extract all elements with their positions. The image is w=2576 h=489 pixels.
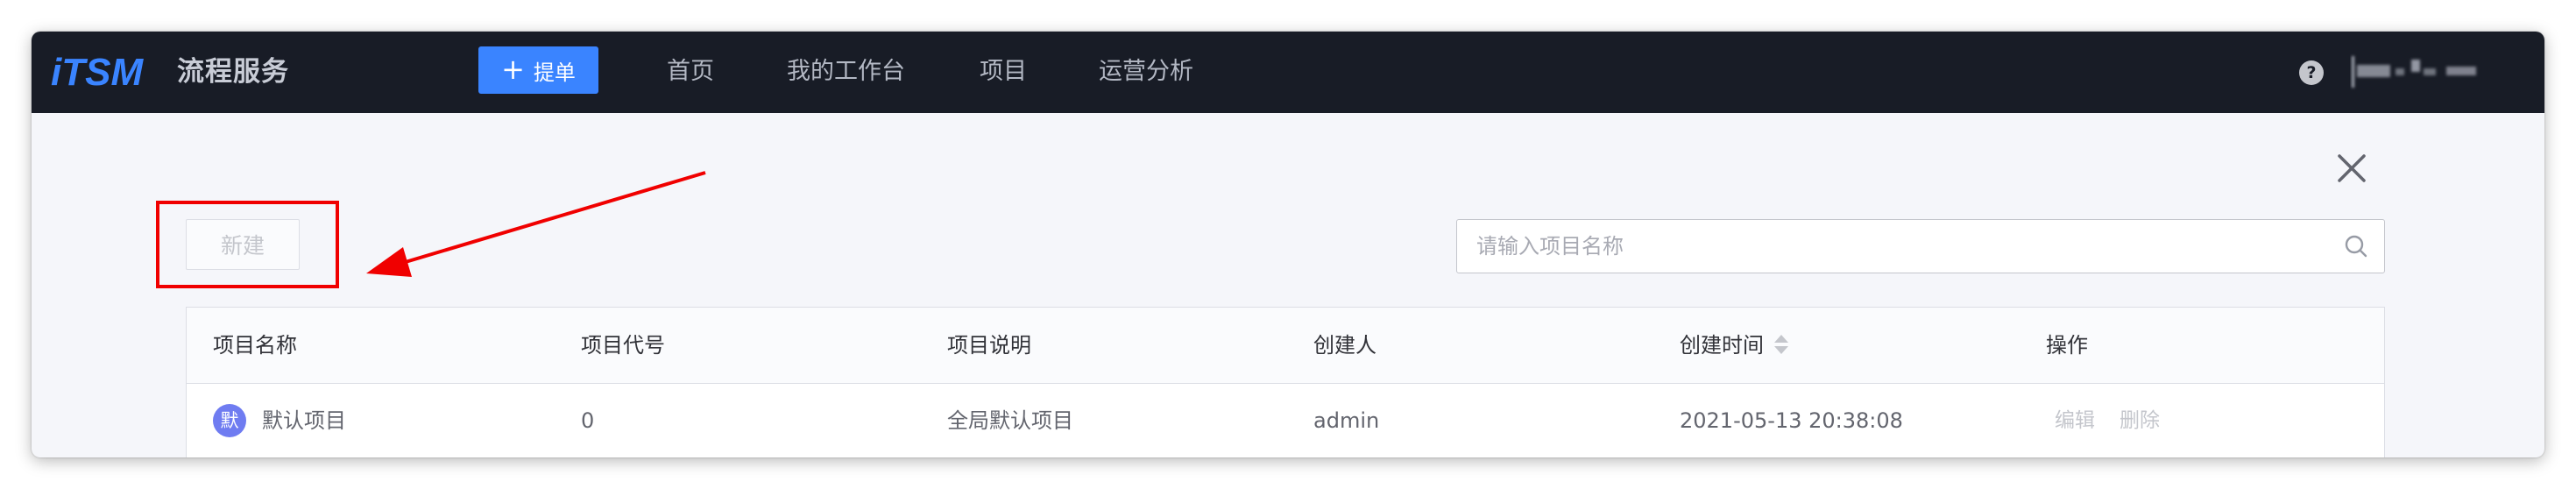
nav-item-my-workbench[interactable]: 我的工作台: [787, 53, 905, 91]
created-time-cell: 2021-05-13 20:38:08: [1680, 408, 1903, 433]
search-icon[interactable]: [2344, 234, 2368, 259]
column-header-created-time-label: 创建时间: [1680, 333, 1764, 358]
column-header-created-time[interactable]: 创建时间: [1680, 308, 1790, 383]
table-header: 项目名称 项目代号 项目说明 创建人 创建时间 操作: [187, 308, 2384, 384]
creator-cell: admin: [1313, 408, 1380, 433]
edit-link[interactable]: 编辑: [2055, 383, 2095, 457]
itsm-logo[interactable]: iTSM: [49, 47, 158, 96]
project-avatar: 默: [213, 404, 246, 437]
annotation-arrow: [366, 171, 706, 277]
app-title: 流程服务: [177, 56, 289, 88]
svg-text:iTSM: iTSM: [51, 51, 144, 94]
sort-icon[interactable]: [1773, 333, 1790, 356]
submit-ticket-button[interactable]: + 提单: [478, 46, 598, 94]
table-row: 默 默认项目 0 全局默认项目 admin 2021-05-13 20:38:0…: [187, 383, 2384, 457]
project-description-cell: 全局默认项目: [947, 408, 1073, 433]
app-window: iTSM 流程服务 + 提单 首页 我的工作台 项目 运营分析 ? 新建 请输入…: [32, 32, 2544, 457]
column-header-project-code: 项目代号: [581, 333, 665, 358]
question-icon[interactable]: ?: [2299, 60, 2324, 85]
column-header-actions: 操作: [2046, 333, 2088, 358]
user-account-blurred[interactable]: [2350, 51, 2481, 93]
close-icon[interactable]: [2334, 151, 2369, 186]
column-header-project-name: 项目名称: [213, 333, 297, 358]
delete-link[interactable]: 删除: [2120, 383, 2160, 457]
submit-ticket-label: 提单: [533, 60, 576, 85]
nav-item-home[interactable]: 首页: [667, 53, 714, 91]
nav-item-projects[interactable]: 项目: [980, 53, 1027, 91]
project-code-cell: 0: [581, 408, 595, 433]
project-name-cell[interactable]: 默认项目: [262, 383, 346, 457]
project-search-input[interactable]: [1457, 220, 2316, 273]
annotation-highlight-box: [156, 201, 339, 288]
project-search-field[interactable]: [1456, 219, 2385, 273]
top-navigation-bar: iTSM 流程服务 + 提单 首页 我的工作台 项目 运营分析 ?: [32, 32, 2544, 113]
plus-icon: +: [501, 52, 525, 86]
column-header-creator: 创建人: [1313, 333, 1376, 358]
column-header-project-description: 项目说明: [947, 333, 1031, 358]
nav-item-operations-analysis[interactable]: 运营分析: [1099, 53, 1193, 91]
project-table: 项目名称 项目代号 项目说明 创建人 创建时间 操作 默 默认项目 0 全局默认…: [186, 307, 2385, 457]
